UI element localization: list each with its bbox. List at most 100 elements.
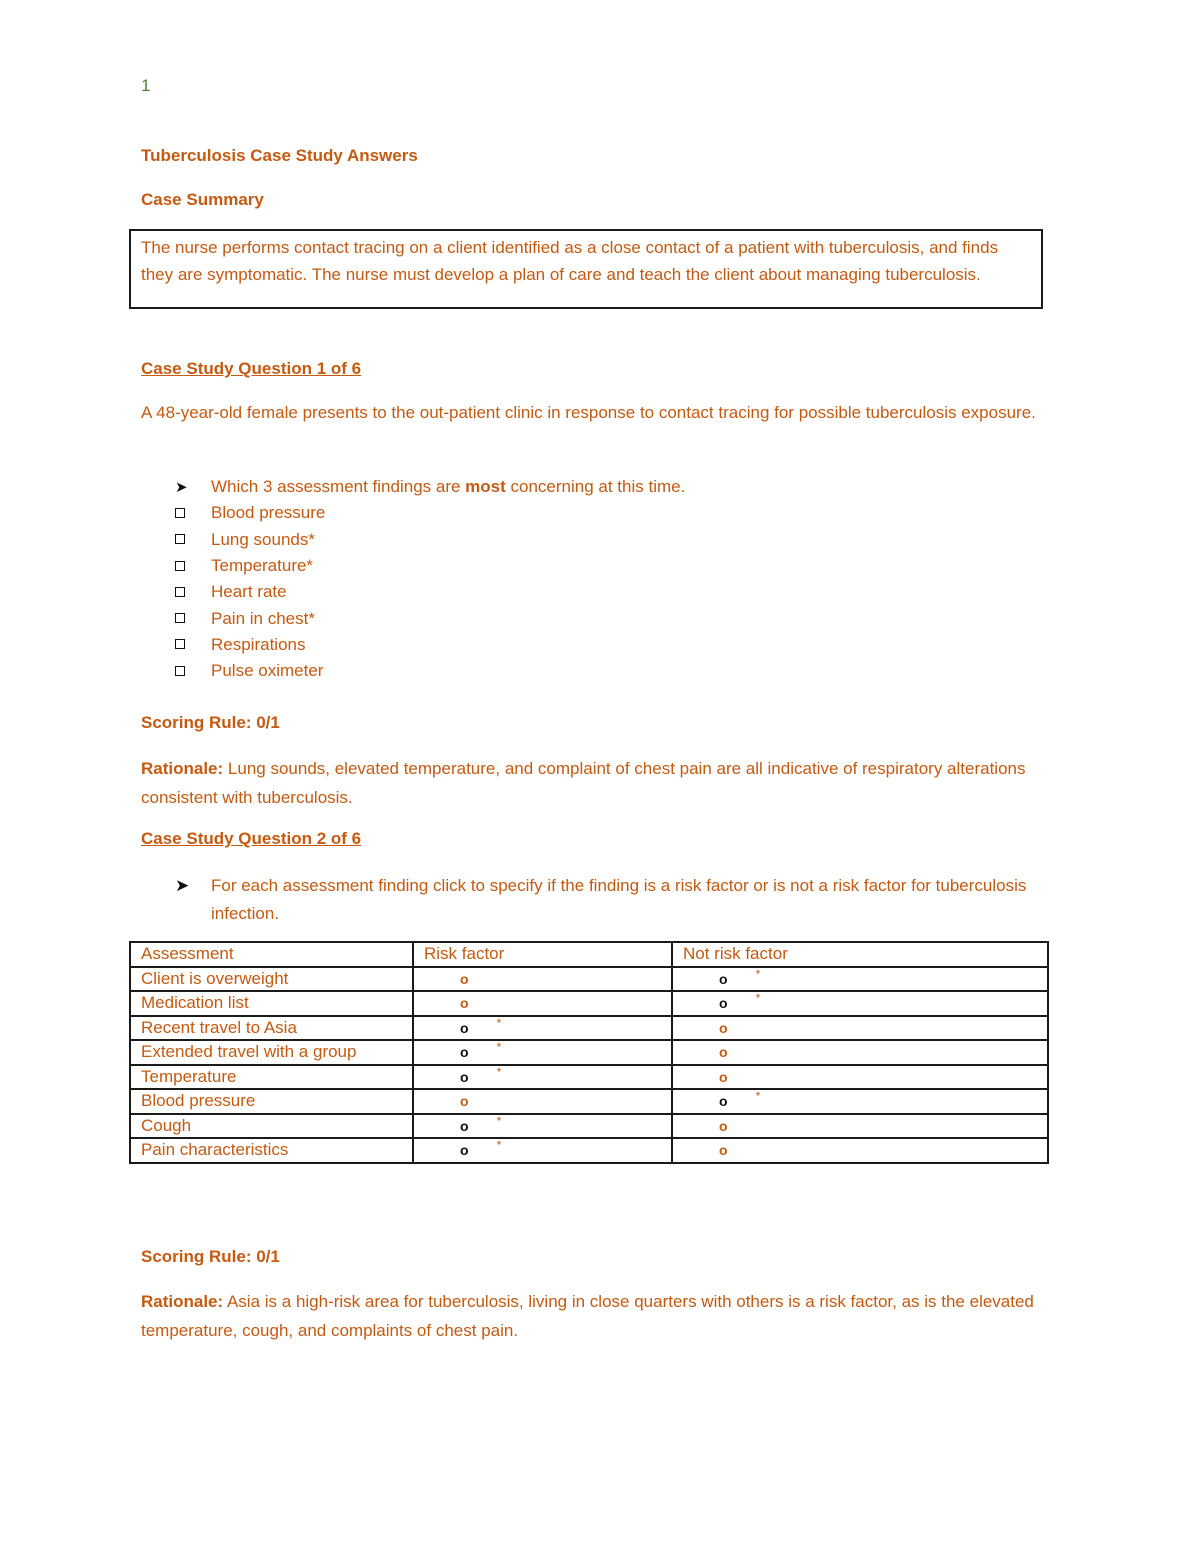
risk-factor-cell: o * [412,1063,673,1090]
q1-option[interactable]: Pain in chest* [175,605,685,631]
q1-option-label: Temperature* [211,556,314,576]
assessment-cell: Pain characteristics [129,1137,414,1164]
risk-factor-cell: o * [412,1039,673,1066]
table-row: Blood pressure o o * [129,1088,1049,1115]
q1-option-label: Pulse oximeter [211,661,324,681]
radio-option-icon[interactable]: o [719,971,728,987]
assessment-cell: Medication list [129,990,414,1017]
radio-option-icon[interactable]: o [719,1142,728,1158]
case-summary-box: The nurse performs contact tracing on a … [129,229,1043,309]
radio-option-icon[interactable]: o [460,995,469,1011]
checkbox-icon[interactable] [175,507,185,518]
q1-option-label: Blood pressure [211,503,326,523]
q1-option-label: Heart rate [211,582,287,602]
q1-option[interactable]: Temperature* [175,553,685,579]
q1-rationale: Rationale: Lung sounds, elevated tempera… [141,754,1041,812]
radio-option-icon[interactable]: o [719,1069,728,1085]
q1-option-label: Pain in chest* [211,608,315,628]
q2-instruction-text: For each assessment finding click to spe… [211,876,1027,923]
table-row: Extended travel with a group o * o [129,1039,1049,1066]
radio-option-icon[interactable]: o [460,1069,469,1085]
q1-scoring-rule: Scoring Rule: 0/1 [141,713,280,732]
q1-rationale-label: Rationale: [141,759,224,778]
risk-factor-cell: o * [412,1137,673,1164]
radio-option-icon[interactable]: o [460,1044,469,1060]
assessment-cell: Recent travel to Asia [129,1014,414,1041]
radio-option-icon[interactable]: o [460,1020,469,1036]
table-header-row: Assessment Risk factor Not risk factor [129,941,1049,968]
not-risk-factor-cell: o [671,1112,1049,1139]
assessment-cell: Client is overweight [129,965,414,992]
not-risk-factor-cell: o * [671,1088,1049,1115]
arrow-bullet-icon: ➤ [175,876,190,895]
radio-option-icon[interactable]: o [460,971,469,987]
table-row: Temperature o * o [129,1063,1049,1090]
radio-option-icon[interactable]: o [460,1118,469,1134]
q2-rationale-label: Rationale: [141,1292,224,1311]
q1-stem: A 48-year-old female presents to the out… [141,403,1036,422]
table-row: Pain characteristics o * o [129,1137,1049,1164]
table-row: Cough o * o [129,1112,1049,1139]
radio-option-icon[interactable]: o [719,1118,728,1134]
q1-option[interactable]: Respirations [175,632,685,658]
assessment-cell: Cough [129,1112,414,1139]
q1-instruction: ➤ Which 3 assessment findings are most c… [175,474,685,500]
radio-option-icon[interactable]: o [719,1044,728,1060]
q1-option[interactable]: Blood pressure [175,500,685,526]
table-row: Medication list o o * [129,990,1049,1017]
document-title: Tuberculosis Case Study Answers [141,146,418,165]
assessment-cell: Temperature [129,1063,414,1090]
header-not-risk-factor: Not risk factor [671,941,1049,968]
correct-answer-mark: * [755,991,761,1006]
correct-answer-mark: * [496,1015,502,1030]
correct-answer-mark: * [755,1089,761,1104]
correct-answer-mark: * [496,1040,502,1055]
q1-option[interactable]: Lung sounds* [175,527,685,553]
correct-answer-mark: * [755,966,761,981]
risk-factor-table: Assessment Risk factor Not risk factor C… [129,941,1049,1164]
risk-factor-cell: o [412,965,673,992]
q1-instruction-suffix: concerning at this time. [505,477,686,497]
q1-instruction-prefix: Which 3 assessment findings are [211,477,466,497]
not-risk-factor-cell: o [671,1063,1049,1090]
q2-rationale-text: Asia is a high-risk area for tuberculosi… [141,1292,1034,1340]
header-assessment: Assessment [129,941,414,968]
q1-option[interactable]: Heart rate [175,579,685,605]
radio-option-icon[interactable]: o [719,1020,728,1036]
q1-option-label: Respirations [211,634,306,654]
q2-scoring-rule: Scoring Rule: 0/1 [141,1247,280,1266]
checkbox-icon[interactable] [175,639,185,650]
case-summary-heading: Case Summary [141,190,264,209]
not-risk-factor-cell: o * [671,965,1049,992]
checkbox-icon[interactable] [175,560,185,571]
assessment-cell: Extended travel with a group [129,1039,414,1066]
not-risk-factor-cell: o [671,1137,1049,1164]
header-risk-factor: Risk factor [412,941,673,968]
correct-answer-mark: * [496,1064,502,1079]
q1-rationale-text: Lung sounds, elevated temperature, and c… [141,759,1026,807]
checkbox-icon[interactable] [175,613,185,624]
page-number: 1 [141,76,151,95]
table-row: Client is overweight o o * [129,965,1049,992]
not-risk-factor-cell: o [671,1014,1049,1041]
radio-option-icon[interactable]: o [460,1142,469,1158]
correct-answer-mark: * [496,1138,502,1153]
q1-option[interactable]: Pulse oximeter [175,658,685,684]
q2-instruction: ➤ For each assessment finding click to s… [175,872,1056,928]
checkbox-icon[interactable] [175,534,185,545]
radio-option-icon[interactable]: o [719,995,728,1011]
assessment-cell: Blood pressure [129,1088,414,1115]
q2-rationale: Rationale: Asia is a high-risk area for … [141,1287,1041,1345]
radio-option-icon[interactable]: o [719,1093,728,1109]
q2-heading: Case Study Question 2 of 6 [141,829,362,848]
checkbox-icon[interactable] [175,586,185,597]
correct-answer-mark: * [496,1113,502,1128]
risk-factor-cell: o * [412,1014,673,1041]
not-risk-factor-cell: o * [671,990,1049,1017]
checkbox-icon[interactable] [175,665,185,676]
q1-heading: Case Study Question 1 of 6 [141,359,362,378]
arrow-bullet-icon: ➤ [175,479,188,497]
radio-option-icon[interactable]: o [460,1093,469,1109]
q1-instruction-bold: most [465,477,506,497]
risk-factor-cell: o [412,1088,673,1115]
